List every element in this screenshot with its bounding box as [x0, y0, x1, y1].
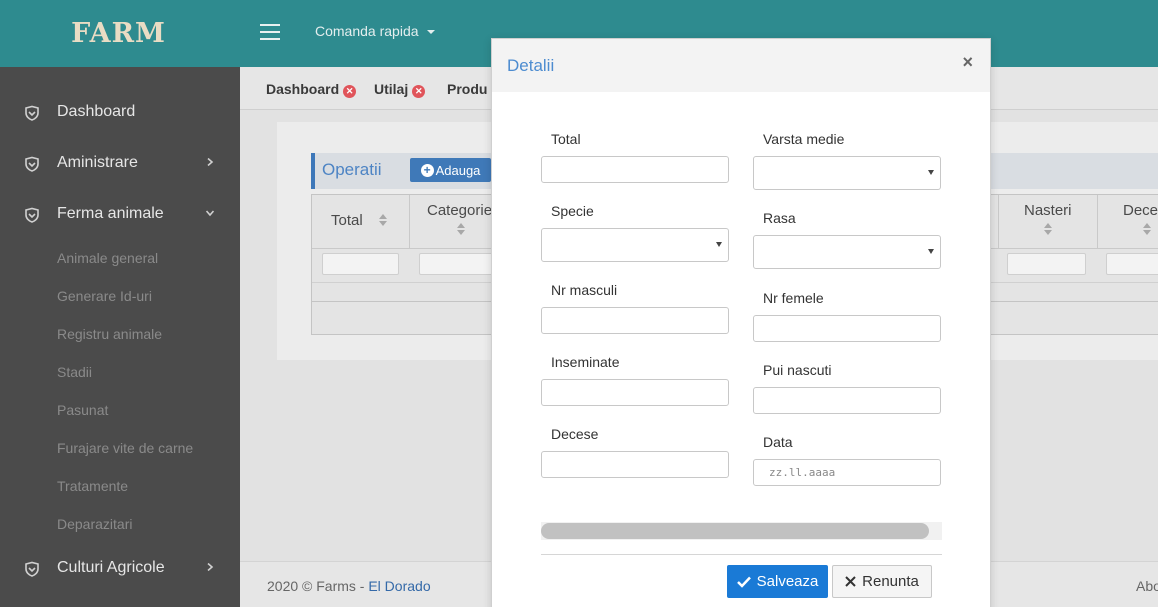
close-tab-icon[interactable]: ✕	[343, 85, 357, 98]
sidebar-item-aministrare[interactable]: Aministrare	[0, 148, 240, 178]
sidebar-subitem-animale-general[interactable]: Animale general	[57, 250, 158, 266]
pui-nascuti-input[interactable]	[753, 387, 941, 414]
sort-icon[interactable]	[1142, 222, 1152, 236]
sort-icon[interactable]	[456, 222, 466, 236]
label-nr-masculi: Nr masculi	[551, 282, 618, 298]
tab-dashboard[interactable]: Dashboard ✕	[266, 81, 357, 98]
footer-about-link[interactable]: About	[1136, 578, 1158, 594]
close-tab-icon[interactable]: ✕	[412, 85, 426, 98]
label-rasa: Rasa	[763, 210, 796, 226]
sidebar-subitem-furajare[interactable]: Furajare vite de carne	[57, 440, 193, 456]
close-icon[interactable]: ×	[962, 52, 973, 73]
column-header-deces[interactable]: Deces	[1098, 195, 1158, 248]
label-varsta-medie: Varsta medie	[763, 131, 845, 147]
save-button-label: Salveaza	[756, 573, 819, 590]
sidebar-item-label: Dashboard	[57, 103, 136, 120]
sidebar-subitem-registru-animale[interactable]: Registru animale	[57, 326, 162, 342]
cancel-button[interactable]: Renunta	[832, 565, 932, 598]
shield-icon	[25, 207, 39, 223]
dropdown-arrow-icon	[716, 242, 722, 247]
close-icon	[845, 576, 856, 587]
tab-utilaj[interactable]: Utilaj ✕	[374, 81, 426, 98]
tab-label: Dashboard	[266, 81, 340, 97]
modal-header: Detalii ×	[492, 39, 990, 92]
footer-text: 2020 © Farms - El Dorado	[267, 578, 431, 594]
details-modal: Detalii × Total Varsta medie Specie Rasa…	[491, 38, 991, 607]
nr-masculi-input[interactable]	[541, 307, 729, 334]
footer-copyright: 2020 © Farms -	[267, 578, 369, 594]
checkmark-icon	[736, 576, 751, 588]
sidebar-item-label: Ferma animale	[57, 205, 164, 222]
modal-footer-divider	[541, 554, 942, 555]
sidebar: Dashboard Aministrare Ferma animale Anim…	[0, 67, 240, 607]
horizontal-scrollbar[interactable]	[541, 522, 942, 540]
sidebar-item-ferma-animale[interactable]: Ferma animale	[0, 199, 240, 229]
column-header-categorie[interactable]: Categorie	[410, 195, 500, 248]
sidebar-item-label: Aministrare	[57, 154, 138, 171]
shield-icon	[25, 561, 39, 577]
operations-title: Operatii	[322, 160, 382, 179]
label-specie: Specie	[551, 203, 594, 219]
chevron-right-icon	[207, 563, 214, 571]
quick-command-dropdown[interactable]: Comanda rapida	[315, 23, 435, 39]
tab-label: Utilaj	[374, 81, 409, 97]
scrollbar-thumb[interactable]	[541, 523, 929, 539]
shield-icon	[25, 156, 39, 172]
plus-circle-icon: +	[420, 163, 434, 177]
column-header-nasteri[interactable]: Nasteri	[998, 195, 1098, 248]
column-header-total[interactable]: Total	[312, 195, 410, 248]
label-total: Total	[551, 131, 581, 147]
save-button[interactable]: Salveaza	[727, 565, 828, 598]
add-button[interactable]: + Adauga	[410, 158, 491, 182]
tab-label: Produ	[447, 81, 488, 97]
sidebar-subitem-stadii[interactable]: Stadii	[57, 364, 92, 380]
date-input[interactable]: zz.ll.aaaa	[753, 459, 941, 486]
sidebar-subitem-deparazitari[interactable]: Deparazitari	[57, 516, 132, 532]
sidebar-item-dashboard[interactable]: Dashboard	[0, 97, 240, 127]
brand-text: FARM	[71, 18, 166, 49]
column-header-label: Nasteri	[1024, 202, 1072, 219]
filter-input-nasteri[interactable]	[1007, 253, 1086, 275]
label-nr-femele: Nr femele	[763, 290, 824, 306]
label-pui-nascuti: Pui nascuti	[763, 362, 832, 378]
hamburger-menu-icon[interactable]	[260, 24, 280, 40]
filter-input-total[interactable]	[322, 253, 399, 275]
cancel-button-label: Renunta	[862, 573, 919, 590]
rasa-select[interactable]	[753, 235, 941, 269]
sort-icon[interactable]	[378, 213, 388, 227]
total-input[interactable]	[541, 156, 729, 183]
brand-logo[interactable]: FARM	[0, 0, 240, 67]
add-button-label: Adauga	[435, 162, 481, 178]
sidebar-item-culturi-agricole[interactable]: Culturi Agricole	[0, 553, 240, 583]
sidebar-item-label: Culturi Agricole	[57, 559, 165, 576]
dropdown-arrow-icon	[928, 249, 934, 254]
tab-produ[interactable]: Produ	[447, 81, 487, 97]
specie-select[interactable]	[541, 228, 729, 262]
nr-femele-input[interactable]	[753, 315, 941, 342]
sidebar-subitem-tratamente[interactable]: Tratamente	[57, 478, 128, 494]
inseminate-input[interactable]	[541, 379, 729, 406]
chevron-right-icon	[207, 158, 214, 166]
decese-input[interactable]	[541, 451, 729, 478]
quick-command-label: Comanda rapida	[315, 23, 419, 39]
caret-down-icon	[426, 30, 435, 35]
chevron-down-icon	[206, 210, 214, 217]
footer-link[interactable]: El Dorado	[368, 578, 430, 594]
varsta-medie-select[interactable]	[753, 156, 941, 190]
column-header-label: Categorie	[427, 202, 493, 219]
sort-icon[interactable]	[1043, 222, 1053, 236]
label-data: Data	[763, 434, 793, 450]
column-header-label: Deces	[1123, 202, 1158, 219]
shield-icon	[25, 105, 39, 121]
dropdown-arrow-icon	[928, 170, 934, 175]
label-decese: Decese	[551, 426, 599, 442]
modal-title: Detalii	[507, 56, 555, 75]
label-inseminate: Inseminate	[551, 354, 620, 370]
filter-input-categorie[interactable]	[419, 253, 499, 275]
sidebar-subitem-pasunat[interactable]: Pasunat	[57, 402, 108, 418]
column-header-label: Total	[331, 212, 363, 229]
sidebar-subitem-generare-id-uri[interactable]: Generare Id-uri	[57, 288, 152, 304]
filter-input-deces[interactable]	[1106, 253, 1158, 275]
